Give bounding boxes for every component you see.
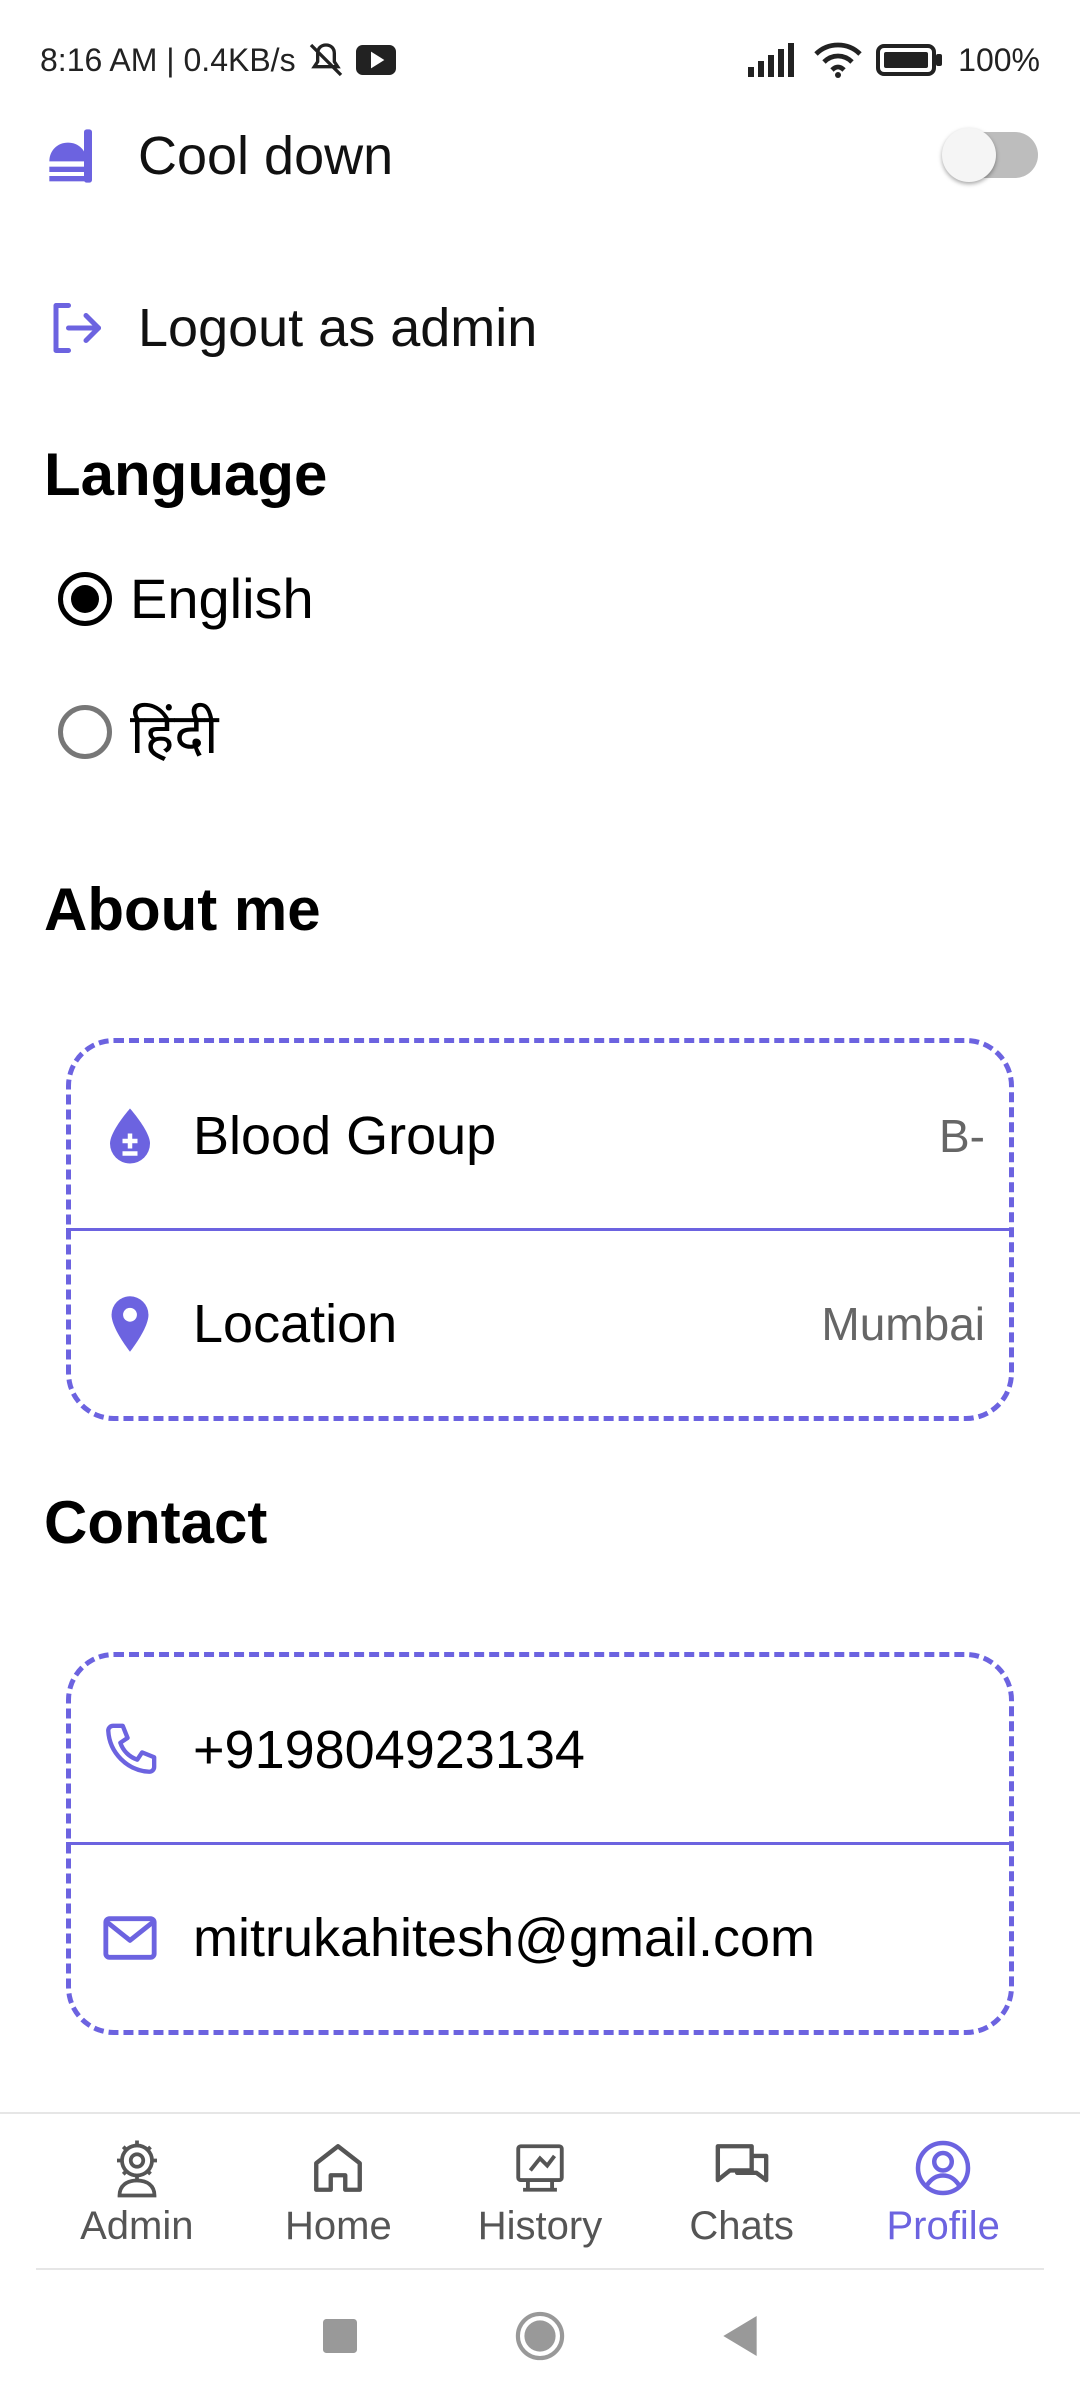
signal-icon <box>748 43 800 77</box>
nav-history-label: History <box>477 2203 603 2248</box>
cool-down-icon <box>40 120 112 192</box>
chats-icon <box>710 2136 774 2200</box>
blood-group-row[interactable]: Blood Group B- <box>71 1043 1009 1228</box>
nav-divider <box>36 2268 1044 2270</box>
nav-admin[interactable]: Admin <box>42 2136 232 2249</box>
location-pin-icon <box>97 1291 163 1357</box>
phone-row[interactable]: +919804923134 <box>71 1657 1009 1842</box>
mute-bell-icon <box>306 40 346 80</box>
nav-history[interactable]: History <box>445 2136 635 2249</box>
radio-hindi[interactable] <box>58 705 112 759</box>
profile-screen: 8:16 AM | 0.4KB/s 100% Cool down Logout … <box>0 0 1080 2400</box>
nav-chats[interactable]: Chats <box>647 2136 837 2249</box>
wifi-icon <box>814 42 862 78</box>
language-english-label: English <box>130 567 314 630</box>
home-icon <box>306 2136 370 2200</box>
language-title: Language <box>44 441 328 508</box>
toggle-knob <box>942 128 996 182</box>
cool-down-label: Cool down <box>138 126 394 186</box>
bottom-navigation: Admin Home History Chats Profile <box>0 2112 1080 2270</box>
blood-group-label: Blood Group <box>193 1105 497 1166</box>
location-row[interactable]: Location Mumbai <box>71 1231 1009 1416</box>
phone-number: +919804923134 <box>193 1719 585 1780</box>
nav-home[interactable]: Home <box>243 2136 433 2249</box>
location-label: Location <box>193 1293 398 1354</box>
email-row[interactable]: mitrukahitesh@gmail.com <box>71 1845 1009 2030</box>
admin-gear-icon <box>105 2136 169 2200</box>
history-icon <box>508 2136 572 2200</box>
back-triangle-icon[interactable] <box>705 2301 775 2371</box>
language-option-english[interactable]: English <box>58 566 314 631</box>
nav-profile-label: Profile <box>886 2203 1000 2248</box>
phone-icon <box>97 1717 163 1783</box>
youtube-icon <box>355 44 396 76</box>
profile-icon <box>911 2136 975 2200</box>
about-title: About me <box>44 876 321 943</box>
home-circle-icon[interactable] <box>505 2301 575 2371</box>
radio-english[interactable] <box>58 571 112 626</box>
cool-down-row: Cool down <box>40 118 1040 194</box>
battery-percent: 100% <box>958 41 1040 78</box>
location-value: Mumbai <box>821 1297 985 1350</box>
nav-admin-label: Admin <box>80 2203 194 2248</box>
mail-icon <box>97 1905 163 1971</box>
email-address: mitrukahitesh@gmail.com <box>193 1907 816 1968</box>
nav-home-label: Home <box>285 2203 392 2248</box>
language-option-hindi[interactable]: हिंदी <box>58 694 218 770</box>
system-navigation-bar <box>0 2272 1080 2400</box>
status-time: 8:16 AM | 0.4KB/s <box>40 41 296 78</box>
blood-drop-icon <box>97 1103 163 1169</box>
status-left: 8:16 AM | 0.4KB/s <box>40 40 396 80</box>
language-hindi-label: हिंदी <box>130 702 219 765</box>
logout-row[interactable]: Logout as admin <box>40 290 1040 366</box>
blood-group-value: B- <box>939 1109 985 1162</box>
battery-icon <box>876 44 944 76</box>
contact-card: +919804923134 mitrukahitesh@gmail.com <box>66 1652 1014 2035</box>
status-bar: 8:16 AM | 0.4KB/s 100% <box>0 0 1080 120</box>
recent-apps-icon[interactable] <box>305 2301 375 2371</box>
cool-down-toggle[interactable] <box>942 128 1038 182</box>
about-card: Blood Group B- Location Mumbai <box>66 1038 1014 1421</box>
nav-chats-label: Chats <box>689 2203 794 2248</box>
status-right: 100% <box>748 42 1040 79</box>
contact-title: Contact <box>44 1489 268 1556</box>
logout-icon <box>40 292 112 364</box>
nav-profile[interactable]: Profile <box>848 2136 1038 2249</box>
logout-label: Logout as admin <box>138 298 538 358</box>
